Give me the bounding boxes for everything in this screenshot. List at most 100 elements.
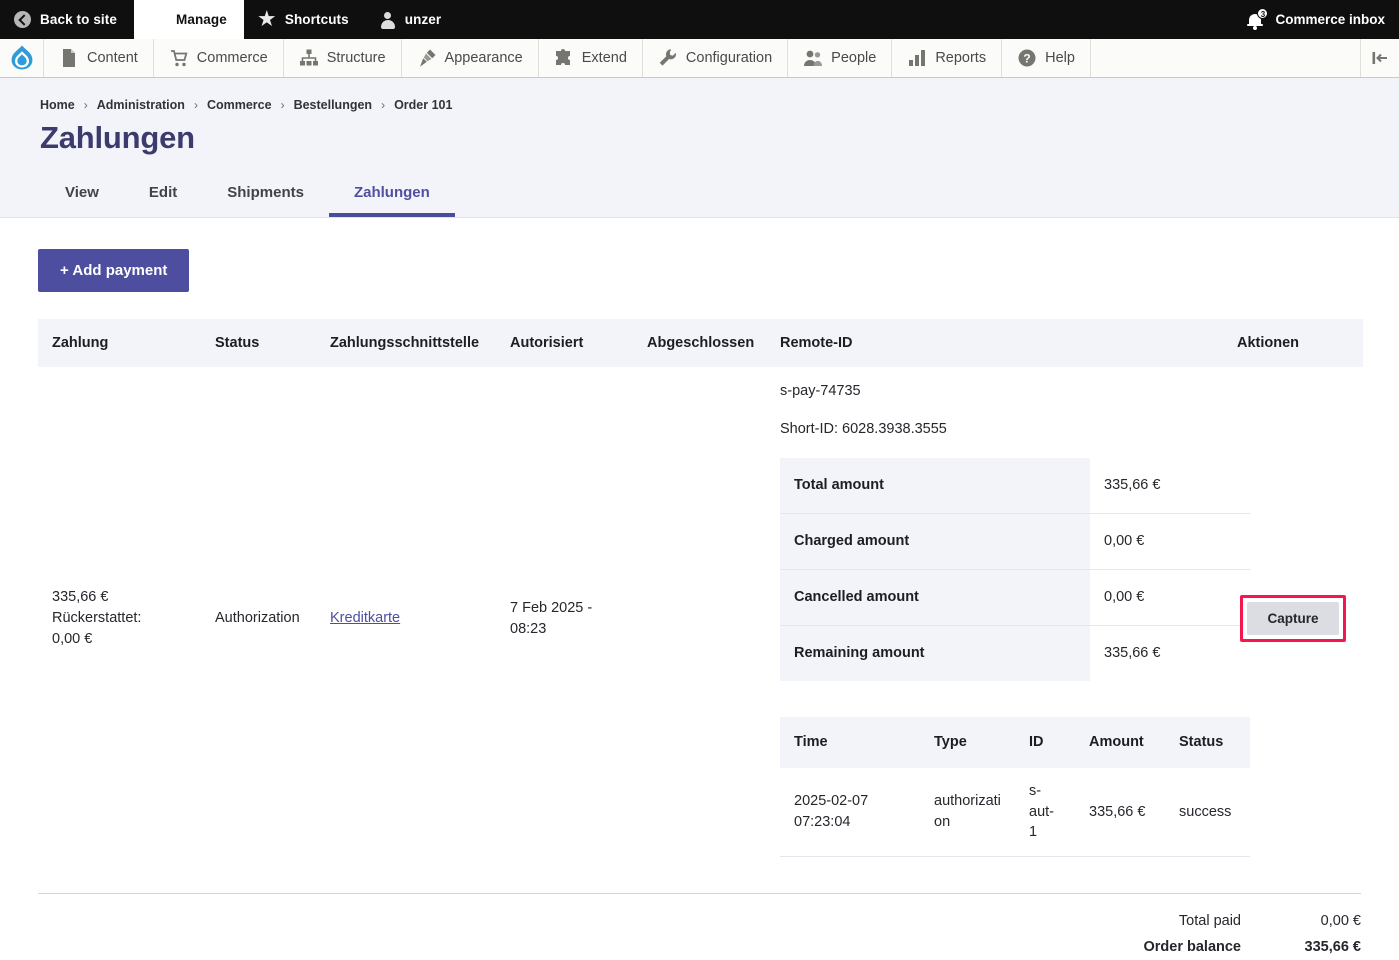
- page-title: Zahlungen: [40, 120, 195, 155]
- shortcuts-button[interactable]: ★ Shortcuts: [244, 0, 366, 39]
- drupal-droplet-icon: [11, 45, 32, 70]
- svg-text:?: ?: [1023, 52, 1030, 66]
- paintbrush-icon: [417, 48, 437, 68]
- bar-chart-icon: [907, 48, 927, 68]
- cell-zahlung: 335,66 € Rückerstattet: 0,00 €: [38, 367, 201, 871]
- menu-item-configuration[interactable]: Configuration: [643, 39, 789, 77]
- amounts-label-charged: Charged amount: [780, 513, 1090, 571]
- cell-authorized: 7 Feb 2025 - 08:23: [510, 599, 593, 637]
- commerce-inbox-label: Commerce inbox: [1275, 12, 1385, 27]
- breadcrumb-item-order[interactable]: Order 101: [394, 98, 452, 112]
- manage-label: Manage: [175, 12, 227, 27]
- breadcrumb-item-commerce[interactable]: Commerce: [207, 98, 272, 112]
- payments-header-row: Zahlung Status Zahlungsschnittstelle Aut…: [38, 319, 1363, 367]
- breadcrumb-item-administration[interactable]: Administration: [97, 98, 185, 112]
- cell-actions: Capture: [1223, 367, 1363, 871]
- column-header-zahlung: Zahlung: [38, 319, 201, 367]
- admin-menu-bar: Content Commerce Structure Appearance Ex…: [0, 39, 1399, 78]
- sitemap-icon: [299, 48, 319, 68]
- back-to-site-label: Back to site: [40, 12, 117, 27]
- tab-edit[interactable]: Edit: [124, 178, 202, 217]
- main-content: + Add payment Zahlung Status Zahlungssch…: [0, 217, 1399, 955]
- add-payment-button[interactable]: + Add payment: [38, 249, 190, 292]
- tab-view[interactable]: View: [40, 178, 124, 217]
- column-header-autorisiert: Autorisiert: [496, 319, 633, 367]
- transactions-header-row: Time Type ID Amount Status: [780, 717, 1250, 769]
- capture-button[interactable]: Capture: [1247, 602, 1339, 636]
- menu-item-content[interactable]: Content: [44, 39, 154, 77]
- column-header-abgeschlossen: Abgeschlossen: [633, 319, 766, 367]
- breadcrumb-separator-icon: ›: [83, 98, 88, 112]
- menu-item-appearance[interactable]: Appearance: [402, 39, 539, 77]
- menu-item-commerce[interactable]: Commerce: [154, 39, 284, 77]
- tab-shipments[interactable]: Shipments: [202, 178, 329, 217]
- commerce-inbox-button[interactable]: 3 Commerce inbox: [1237, 0, 1399, 39]
- menu-item-structure[interactable]: Structure: [284, 39, 402, 77]
- menu-label-configuration: Configuration: [685, 50, 773, 66]
- amounts-label-total: Total amount: [780, 458, 1090, 515]
- amounts-row-cancelled: Cancelled amount 0,00 €: [780, 569, 1250, 627]
- shopping-cart-icon: [169, 48, 189, 68]
- txn-header-time: Time: [780, 717, 920, 769]
- breadcrumb-item-home[interactable]: Home: [40, 98, 75, 112]
- manage-menu-button[interactable]: Manage: [133, 0, 244, 39]
- people-icon: [803, 48, 823, 68]
- menu-item-people[interactable]: People: [788, 39, 893, 77]
- back-to-site-button[interactable]: Back to site: [0, 0, 134, 39]
- txn-cell-time: 2025-02-07 07:23:04: [780, 768, 920, 857]
- payment-amount: 335,66 €: [52, 589, 109, 606]
- user-label: unzer: [404, 12, 442, 27]
- txn-header-amount: Amount: [1075, 717, 1165, 769]
- back-arrow-icon: [14, 11, 31, 28]
- menu-label-content: Content: [87, 50, 138, 66]
- column-header-aktionen: Aktionen: [1223, 319, 1363, 367]
- table-row: 335,66 € Rückerstattet: 0,00 € Authoriza…: [38, 367, 1363, 871]
- question-circle-icon: ?: [1017, 48, 1037, 68]
- order-balance-value: 335,66 €: [1304, 938, 1361, 955]
- breadcrumb-separator-icon: ›: [280, 98, 285, 112]
- user-account-button[interactable]: unzer: [366, 0, 459, 39]
- drupal-logo-button[interactable]: [0, 39, 44, 77]
- breadcrumb: Home › Administration › Commerce › Beste…: [40, 98, 1399, 112]
- short-id-value: Short-ID: 6028.3938.3555: [780, 421, 947, 438]
- bell-icon: 3: [1247, 7, 1269, 30]
- amounts-label-remaining: Remaining amount: [780, 625, 1090, 682]
- inbox-badge-count: 3: [1257, 7, 1269, 19]
- menu-label-structure: Structure: [326, 50, 386, 66]
- order-totals-table: Total paid 0,00 € Order balance 335,66 €: [1143, 908, 1361, 960]
- menu-item-help[interactable]: ? Help: [1002, 39, 1091, 77]
- collapse-toolbar-button[interactable]: [1361, 39, 1399, 77]
- hamburger-icon: [148, 12, 167, 27]
- transactions-table: Time Type ID Amount Status 2025-02-07 07…: [780, 717, 1250, 857]
- cell-remote-id: s-pay-74735 Short-ID: 6028.3938.3555 Tot…: [766, 367, 1250, 871]
- puzzle-piece-icon: [554, 48, 574, 68]
- cell-status: Authorization: [215, 610, 300, 627]
- payments-table: Zahlung Status Zahlungsschnittstelle Aut…: [38, 319, 1363, 871]
- menu-label-people: People: [831, 50, 877, 66]
- column-header-status: Status: [201, 319, 316, 367]
- breadcrumb-separator-icon: ›: [381, 98, 386, 112]
- payments-table-head: Zahlung Status Zahlungsschnittstelle Aut…: [38, 319, 1363, 367]
- breadcrumb-item-bestellungen[interactable]: Bestellungen: [294, 98, 373, 112]
- page-header-region: Home › Administration › Commerce › Beste…: [0, 78, 1399, 217]
- menu-item-extend[interactable]: Extend: [539, 39, 643, 77]
- remote-id-block: s-pay-74735 Short-ID: 6028.3938.3555: [780, 381, 1209, 440]
- menu-label-commerce: Commerce: [196, 50, 268, 66]
- admin-toolbar: Back to site Manage ★ Shortcuts unzer 3 …: [0, 0, 1399, 39]
- txn-cell-amount: 335,66 €: [1075, 768, 1165, 857]
- txn-header-type: Type: [920, 717, 1015, 769]
- txn-header-id: ID: [1015, 717, 1075, 769]
- transactions-head: Time Type ID Amount Status: [780, 717, 1250, 769]
- primary-tabs: View Edit Shipments Zahlungen: [40, 178, 1399, 217]
- payment-gateway-link[interactable]: Kreditkarte: [330, 610, 400, 626]
- order-balance-label: Order balance: [1143, 938, 1241, 955]
- footer-divider: [38, 892, 1361, 894]
- user-icon: [380, 11, 396, 29]
- menu-label-help: Help: [1045, 50, 1075, 66]
- payment-refunded-label: Rückerstattet:: [52, 610, 142, 627]
- transactions-body: 2025-02-07 07:23:04 authorization s-aut-…: [780, 768, 1250, 857]
- dock-left-arrow-icon: [1370, 48, 1390, 68]
- menu-item-reports[interactable]: Reports: [892, 39, 1003, 77]
- breadcrumb-separator-icon: ›: [193, 98, 198, 112]
- tab-zahlungen[interactable]: Zahlungen: [328, 178, 455, 217]
